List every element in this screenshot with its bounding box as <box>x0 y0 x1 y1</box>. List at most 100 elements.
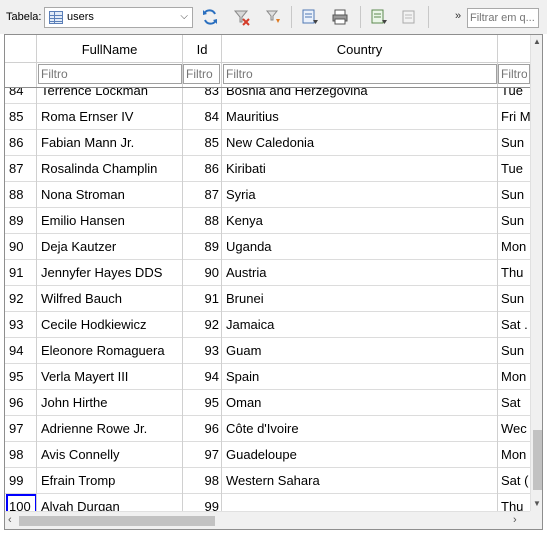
cell-country[interactable]: Austria <box>226 260 496 285</box>
cell-id[interactable]: 91 <box>183 286 219 311</box>
cell-extra[interactable]: Mon <box>501 364 530 389</box>
cell-extra[interactable]: Wec <box>501 416 530 441</box>
cell-id[interactable]: 90 <box>183 260 219 285</box>
cell-fullname[interactable]: Efrain Tromp <box>41 468 181 493</box>
cell-id[interactable]: 86 <box>183 156 219 181</box>
table-select[interactable]: users ⌵ <box>44 7 193 28</box>
row-number[interactable]: 92 <box>5 286 36 311</box>
cell-extra[interactable]: Sun <box>501 182 530 207</box>
filter-search-input[interactable] <box>467 8 539 28</box>
column-header-country[interactable]: Country <box>222 35 497 63</box>
row-number[interactable]: 96 <box>5 390 36 415</box>
table-row[interactable]: 85 Roma Ernser IV 84 Mauritius Fri M <box>5 104 530 130</box>
cell-fullname[interactable]: Rosalinda Champlin <box>41 156 181 181</box>
row-number[interactable]: 91 <box>5 260 36 285</box>
row-number[interactable]: 98 <box>5 442 36 467</box>
cell-extra[interactable]: Sat <box>501 390 530 415</box>
column-header-id[interactable]: Id <box>183 35 221 63</box>
cell-id[interactable]: 93 <box>183 338 219 363</box>
cell-id[interactable]: 94 <box>183 364 219 389</box>
cell-extra[interactable]: Sun <box>501 130 530 155</box>
cell-extra[interactable]: Sat . <box>501 312 530 337</box>
cell-extra[interactable]: Fri M <box>501 104 530 129</box>
filter-id-input[interactable] <box>183 64 220 84</box>
cell-id[interactable]: 85 <box>183 130 219 155</box>
cell-extra[interactable]: Sun <box>501 208 530 233</box>
cell-id[interactable]: 88 <box>183 208 219 233</box>
table-row[interactable]: 86 Fabian Mann Jr. 85 New Caledonia Sun <box>5 130 530 156</box>
row-number[interactable]: 88 <box>5 182 36 207</box>
cell-fullname[interactable]: Avis Connelly <box>41 442 181 467</box>
table-row[interactable]: 89 Emilio Hansen 88 Kenya Sun <box>5 208 530 234</box>
table-row[interactable]: 96 John Hirthe 95 Oman Sat <box>5 390 530 416</box>
cell-fullname[interactable]: Cecile Hodkiewicz <box>41 312 181 337</box>
cell-fullname[interactable]: Eleonore Romaguera <box>41 338 181 363</box>
new-record-button[interactable] <box>368 6 390 28</box>
cell-id[interactable]: 89 <box>183 234 219 259</box>
cell-country[interactable]: Spain <box>226 364 496 389</box>
table-row[interactable]: 97 Adrienne Rowe Jr. 96 Côte d'Ivoire Wec <box>5 416 530 442</box>
cell-country[interactable]: Syria <box>226 182 496 207</box>
toolbar-overflow-button[interactable]: » <box>455 10 461 22</box>
row-number[interactable]: 97 <box>5 416 36 441</box>
cell-country[interactable] <box>226 494 496 511</box>
cell-fullname[interactable]: Deja Kautzer <box>41 234 181 259</box>
scroll-up-icon[interactable]: ▲ <box>533 37 541 46</box>
cell-fullname[interactable]: Alvah Durgan <box>41 494 181 511</box>
row-number[interactable]: 85 <box>5 104 36 129</box>
cell-fullname[interactable]: John Hirthe <box>41 390 181 415</box>
cell-fullname[interactable]: Verla Mayert III <box>41 364 181 389</box>
cell-extra[interactable]: Thu <box>501 494 530 511</box>
delete-record-button[interactable] <box>398 6 420 28</box>
cell-extra[interactable]: Mon <box>501 234 530 259</box>
clear-filters-button[interactable] <box>231 6 253 28</box>
cell-id[interactable]: 95 <box>183 390 219 415</box>
cell-id[interactable]: 96 <box>183 416 219 441</box>
cell-country[interactable]: Côte d'Ivoire <box>226 416 496 441</box>
column-header-fullname[interactable]: FullName <box>37 35 182 63</box>
table-row[interactable]: 95 Verla Mayert III 94 Spain Mon <box>5 364 530 390</box>
scroll-down-icon[interactable]: ▼ <box>533 499 541 508</box>
row-number[interactable]: 89 <box>5 208 36 233</box>
print-button[interactable] <box>329 6 351 28</box>
filter-country-input[interactable] <box>223 64 497 84</box>
horizontal-scroll-thumb[interactable] <box>19 516 215 526</box>
cell-country[interactable]: Western Sahara <box>226 468 496 493</box>
cell-id[interactable]: 92 <box>183 312 219 337</box>
cell-extra[interactable]: Sun <box>501 286 530 311</box>
cell-extra[interactable]: Thu <box>501 260 530 285</box>
cell-fullname[interactable]: Nona Stroman <box>41 182 181 207</box>
vertical-scrollbar[interactable]: ▲ ▼ <box>530 35 542 511</box>
row-number[interactable]: 95 <box>5 364 36 389</box>
filter-fullname-input[interactable] <box>38 64 182 84</box>
cell-fullname[interactable]: Jennyfer Hayes DDS <box>41 260 181 285</box>
table-row[interactable]: 99 Efrain Tromp 98 Western Sahara Sat ( <box>5 468 530 494</box>
row-number[interactable]: 94 <box>5 338 36 363</box>
horizontal-scrollbar[interactable]: ‹ › <box>5 511 530 529</box>
cell-extra[interactable]: Tue <box>501 156 530 181</box>
scroll-right-icon[interactable]: › <box>513 514 517 526</box>
row-number[interactable]: 90 <box>5 234 36 259</box>
cell-id[interactable]: 84 <box>183 104 219 129</box>
table-row[interactable]: 94 Eleonore Romaguera 93 Guam Sun <box>5 338 530 364</box>
row-number[interactable]: 86 <box>5 130 36 155</box>
row-number[interactable]: 99 <box>5 468 36 493</box>
row-number[interactable]: 87 <box>5 156 36 181</box>
cell-fullname[interactable]: Roma Ernser IV <box>41 104 181 129</box>
refresh-button[interactable] <box>199 6 221 28</box>
cell-country[interactable]: Guadeloupe <box>226 442 496 467</box>
table-row[interactable]: 90 Deja Kautzer 89 Uganda Mon <box>5 234 530 260</box>
cell-country[interactable]: Kenya <box>226 208 496 233</box>
cell-extra[interactable]: Sun <box>501 338 530 363</box>
cell-fullname[interactable]: Fabian Mann Jr. <box>41 130 181 155</box>
cell-country[interactable]: Uganda <box>226 234 496 259</box>
insert-record-button[interactable] <box>299 6 321 28</box>
cell-country[interactable]: Brunei <box>226 286 496 311</box>
cell-country[interactable]: Jamaica <box>226 312 496 337</box>
scroll-left-icon[interactable]: ‹ <box>8 514 12 526</box>
cell-country[interactable]: New Caledonia <box>226 130 496 155</box>
cell-id[interactable]: 98 <box>183 468 219 493</box>
cell-fullname[interactable]: Wilfred Bauch <box>41 286 181 311</box>
cell-fullname[interactable]: Emilio Hansen <box>41 208 181 233</box>
cell-extra[interactable]: Sat ( <box>501 468 530 493</box>
